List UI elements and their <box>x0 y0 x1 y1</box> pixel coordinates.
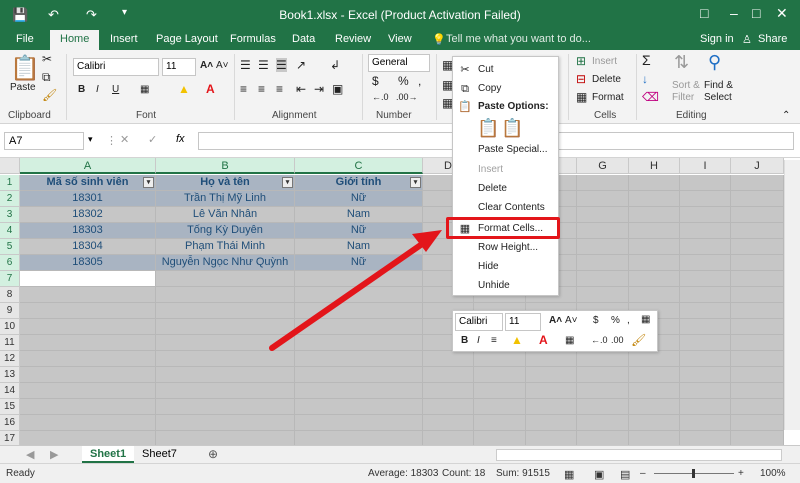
arrow-shaft <box>269 239 428 351</box>
annotation-arrow <box>269 230 442 351</box>
